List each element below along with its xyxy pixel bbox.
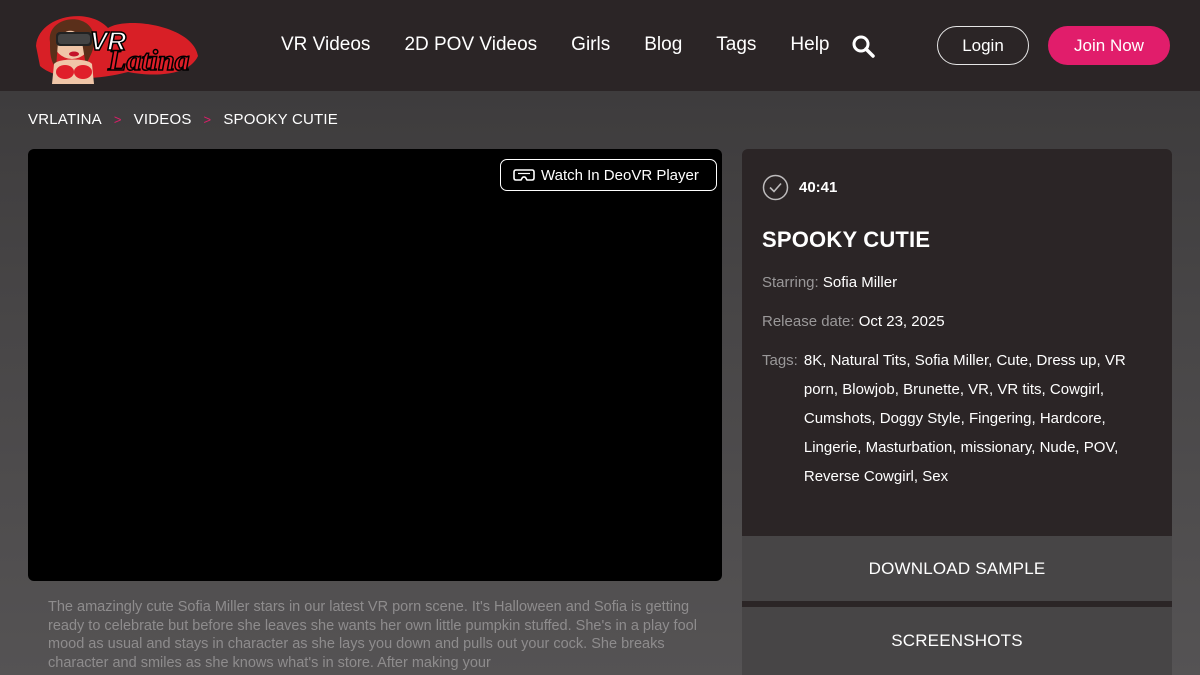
tags-list: 8K, Natural Tits, Sofia Miller, Cute, Dr…	[804, 346, 1149, 491]
starring-label: Starring:	[762, 274, 819, 291]
tag-separator: ,	[1028, 352, 1037, 369]
nav-blog[interactable]: Blog	[644, 33, 682, 57]
starring-link[interactable]: Sofia Miller	[823, 274, 897, 291]
join-now-button[interactable]: Join Now	[1048, 26, 1170, 65]
tags-label: Tags:	[762, 352, 798, 369]
tag-separator: ,	[857, 439, 866, 456]
tag-link[interactable]: Fingering	[969, 410, 1032, 427]
tag-link[interactable]: Sofia Miller	[915, 352, 988, 369]
svg-text:Latina: Latina	[107, 44, 190, 77]
tag-link[interactable]: missionary	[961, 439, 1032, 456]
tag-link[interactable]: Cumshots	[804, 410, 872, 427]
login-button[interactable]: Login	[937, 26, 1029, 65]
tag-separator: ,	[906, 352, 915, 369]
breadcrumb-home[interactable]: VRLATINA	[28, 111, 102, 128]
tag-separator: ,	[952, 439, 961, 456]
search-icon[interactable]	[851, 34, 875, 58]
tag-separator: ,	[833, 381, 843, 398]
nav-vr-videos[interactable]: VR Videos	[281, 33, 370, 57]
tag-separator: ,	[1114, 439, 1119, 456]
breadcrumb-videos[interactable]: VIDEOS	[134, 111, 192, 128]
tag-link[interactable]: Lingerie	[804, 439, 857, 456]
watch-in-deovr-button[interactable]: Watch In DeoVR Player	[500, 159, 717, 191]
tag-separator: ,	[1075, 439, 1084, 456]
tag-separator: ,	[1096, 352, 1105, 369]
breadcrumb-separator: >	[203, 112, 212, 127]
nav-help[interactable]: Help	[790, 33, 829, 57]
tag-separator: ,	[1031, 439, 1040, 456]
tag-link[interactable]: VR tits	[997, 381, 1041, 398]
breadcrumb-separator: >	[113, 112, 122, 127]
tag-link[interactable]: Reverse Cowgirl	[804, 468, 914, 485]
tag-link[interactable]: 8K	[804, 352, 822, 369]
tag-separator: ,	[1041, 381, 1050, 398]
tag-link[interactable]: Cute	[996, 352, 1028, 369]
tag-link[interactable]: Brunette	[903, 381, 960, 398]
tag-separator: ,	[1099, 381, 1105, 398]
tags-row: Tags: 8K, Natural Tits, Sofia Miller, Cu…	[762, 352, 1149, 491]
tag-separator: ,	[1101, 410, 1106, 427]
site-logo[interactable]: VR Latina	[28, 6, 203, 84]
tag-link[interactable]: Nude	[1040, 439, 1076, 456]
tag-link[interactable]: Masturbation	[866, 439, 953, 456]
screenshots-button[interactable]: SCREENSHOTS	[742, 607, 1172, 675]
release-date-row: Release date: Oct 23, 2025	[762, 313, 945, 330]
tag-link[interactable]: VR	[968, 381, 989, 398]
release-date-label: Release date:	[762, 313, 855, 330]
tag-link[interactable]: Natural Tits	[831, 352, 907, 369]
tag-separator: ,	[913, 468, 923, 485]
tag-link[interactable]: POV	[1084, 439, 1114, 456]
check-circle-icon	[762, 174, 789, 201]
nav-2d-pov-videos[interactable]: 2D POV Videos	[404, 33, 537, 57]
tag-link[interactable]: Doggy Style	[880, 410, 961, 427]
breadcrumb-current: SPOOKY CUTIE	[223, 111, 338, 128]
nav-girls[interactable]: Girls	[571, 33, 610, 57]
nav-tags[interactable]: Tags	[716, 33, 756, 57]
scene-title: SPOOKY CUTIE	[762, 227, 931, 252]
scene-description: The amazingly cute Sofia Miller stars in…	[48, 599, 697, 671]
tag-link[interactable]: Dress up	[1037, 352, 1097, 369]
duration: 40:41	[762, 174, 837, 201]
tag-separator: ,	[822, 352, 831, 369]
tag-separator: ,	[894, 381, 904, 398]
deovr-label: Watch In DeoVR Player	[541, 166, 699, 184]
breadcrumb: VRLATINA > VIDEOS > SPOOKY CUTIE	[28, 111, 338, 128]
release-date-value: Oct 23, 2025	[858, 313, 945, 330]
tag-link[interactable]: Sex	[922, 468, 948, 485]
tag-separator: ,	[959, 381, 969, 398]
tag-link[interactable]: Blowjob	[842, 381, 895, 398]
duration-value: 40:41	[799, 179, 838, 196]
site-header: VR Latina VR Videos 2D POV Videos Girls …	[0, 0, 1200, 91]
tag-separator: ,	[960, 410, 969, 427]
tag-separator: ,	[1031, 410, 1040, 427]
download-sample-button[interactable]: DOWNLOAD SAMPLE	[742, 536, 1172, 601]
starring-row: Starring: Sofia Miller	[762, 274, 897, 291]
tag-separator: ,	[871, 410, 880, 427]
video-player[interactable]	[28, 149, 722, 581]
tag-link[interactable]: Cowgirl	[1050, 381, 1100, 398]
tag-link[interactable]: Hardcore	[1040, 410, 1102, 427]
vr-headset-icon	[513, 169, 535, 181]
main-nav: VR Videos 2D POV Videos Girls Blog Tags …	[281, 33, 863, 57]
